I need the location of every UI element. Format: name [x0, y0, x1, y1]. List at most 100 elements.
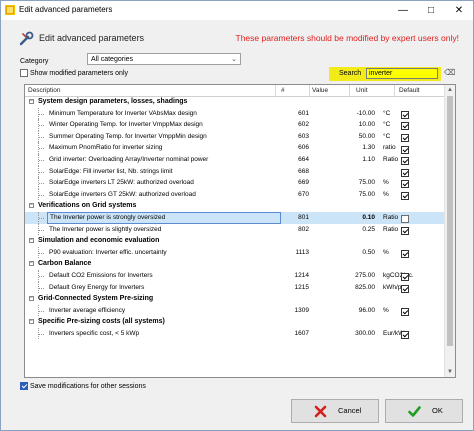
category-select[interactable]: All categories ⌄: [87, 53, 241, 65]
default-checkbox[interactable]: [401, 122, 409, 131]
group-label: Verifications on Grid systems: [38, 202, 137, 210]
col-unit[interactable]: Unit: [356, 87, 368, 94]
param-value[interactable]: 0.50: [317, 247, 375, 259]
checkmark-icon: [408, 406, 421, 417]
default-checkbox[interactable]: [401, 134, 409, 143]
default-cell: [401, 330, 409, 342]
table-row[interactable]: Minimum Temperature for Inverter VAbsMax…: [25, 107, 445, 120]
collapse-icon[interactable]: −: [29, 261, 34, 267]
search-input[interactable]: inverter: [366, 68, 438, 79]
param-number: 603: [298, 132, 309, 140]
param-value[interactable]: 0.10: [317, 212, 375, 224]
param-value[interactable]: 0.25: [317, 224, 375, 236]
scroll-thumb[interactable]: [447, 96, 453, 346]
default-checkbox[interactable]: [401, 307, 409, 316]
collapse-icon[interactable]: −: [29, 319, 34, 325]
table-row[interactable]: Default CO2 Emissions for Inverters 1214 2…: [25, 269, 445, 282]
col-value[interactable]: Value: [312, 87, 328, 94]
col-number[interactable]: #: [281, 87, 285, 94]
group-row[interactable]: − Carbon Balance: [25, 258, 445, 270]
param-value[interactable]: 96.00: [317, 305, 375, 317]
param-unit: %: [383, 190, 389, 198]
param-description: Winter Operating Temp. for Inverter Vmpp…: [49, 121, 203, 129]
table-row[interactable]: Maximum PnomRatio for inverter sizing 606…: [25, 142, 445, 154]
group-row[interactable]: − Specific Pre-sizing costs (all systems): [25, 316, 445, 328]
column-divider[interactable]: [394, 85, 395, 96]
param-value[interactable]: 50.00: [317, 131, 375, 143]
table-row[interactable]: SolarEdge inverters LT 25kW: authorized …: [25, 177, 445, 189]
table-row[interactable]: Inverters specific cost, < 5 kWp 1607 300.…: [25, 327, 445, 342]
default-checkbox[interactable]: [401, 331, 409, 340]
table-row[interactable]: SolarEdge inverters GT 25kW: authorized …: [25, 188, 445, 201]
param-unit: °C: [383, 132, 391, 140]
collapse-icon[interactable]: −: [29, 99, 34, 104]
collapse-icon[interactable]: −: [29, 296, 34, 302]
default-checkbox[interactable]: [401, 180, 409, 189]
param-value[interactable]: 300.00: [317, 328, 375, 340]
column-divider[interactable]: [309, 85, 310, 96]
ok-button[interactable]: OK: [385, 399, 463, 423]
default-checkbox[interactable]: [401, 250, 409, 258]
cancel-button[interactable]: Cancel: [291, 399, 379, 423]
search-label: Search: [339, 70, 362, 77]
table-row[interactable]: P90 evaluation: Inverter effic. uncertai…: [25, 246, 445, 259]
param-value[interactable]: 75.00: [317, 177, 375, 189]
scroll-down-icon[interactable]: ▼: [445, 367, 455, 377]
param-number: 602: [298, 121, 309, 129]
default-checkbox[interactable]: [401, 215, 409, 224]
table-row[interactable]: Default Grey Energy for Inverters 1215 825…: [25, 281, 445, 294]
table-row[interactable]: The Inverter power is strongly oversized…: [25, 211, 445, 224]
table-row[interactable]: Summer Operating Temp. for Inverter Vmpp…: [25, 130, 445, 143]
col-default[interactable]: Default: [399, 87, 420, 94]
vertical-scrollbar[interactable]: ▲ ▼: [444, 85, 455, 377]
maximize-icon[interactable]: □: [417, 1, 445, 20]
table-row[interactable]: Grid inverter: Overloading Array/Inverte…: [25, 153, 445, 166]
collapse-icon[interactable]: −: [29, 238, 34, 244]
default-checkbox[interactable]: [401, 157, 409, 166]
group-row[interactable]: − Verifications on Grid systems: [25, 200, 445, 212]
show-modified-toggle[interactable]: Show modified parameters only: [20, 69, 128, 79]
param-value[interactable]: 75.00: [317, 189, 375, 201]
collapse-icon[interactable]: −: [29, 203, 34, 209]
title-bar: Edit advanced parameters — □ ✕: [1, 1, 473, 20]
scroll-up-icon[interactable]: ▲: [445, 85, 455, 95]
group-row[interactable]: − Grid-Connected System Pre-sizing: [25, 293, 445, 305]
cancel-x-icon: [314, 405, 327, 418]
param-value[interactable]: -10.00: [317, 108, 375, 120]
default-checkbox[interactable]: [401, 284, 409, 293]
param-value[interactable]: 1.30: [317, 142, 375, 154]
group-row[interactable]: − System design parameters, losses, shadi…: [25, 96, 445, 108]
save-modifications-toggle[interactable]: Save modifications for other sessions: [20, 382, 146, 390]
table-row[interactable]: Inverter average efficiency 1309 96.00%: [25, 304, 445, 317]
column-divider[interactable]: [349, 85, 350, 96]
eraser-icon[interactable]: ⌫: [444, 68, 455, 79]
param-number: 802: [298, 225, 309, 233]
default-checkbox[interactable]: [401, 168, 409, 177]
table-row[interactable]: The Inverter power is slightly oversized…: [25, 223, 445, 236]
default-checkbox[interactable]: [401, 110, 409, 119]
tree-connector: [38, 165, 45, 178]
param-description: Summer Operating Temp. for Inverter Vmpp…: [49, 132, 207, 140]
default-checkbox[interactable]: [401, 273, 409, 282]
param-unit: °C: [383, 121, 391, 129]
show-modified-checkbox[interactable]: [20, 69, 28, 77]
tree-connector: [38, 188, 45, 201]
table-row[interactable]: SolarEdge: Fill inverter list, Nb. strin…: [25, 165, 445, 178]
param-value[interactable]: 10.00: [317, 119, 375, 131]
param-value[interactable]: 275.00: [317, 270, 375, 282]
default-checkbox[interactable]: [401, 145, 409, 154]
col-description[interactable]: Description: [28, 87, 61, 94]
group-row[interactable]: − Simulation and economic evaluation: [25, 235, 445, 247]
table-row[interactable]: Winter Operating Temp. for Inverter Vmpp…: [25, 119, 445, 131]
param-value[interactable]: 825.00: [317, 282, 375, 294]
param-value[interactable]: 1.10: [317, 154, 375, 166]
save-modifications-checkbox[interactable]: [20, 382, 28, 390]
group-label: Carbon Balance: [38, 260, 92, 268]
default-checkbox[interactable]: [401, 192, 409, 201]
default-checkbox[interactable]: [401, 226, 409, 235]
param-unit: Ratio: [383, 155, 399, 163]
close-icon[interactable]: ✕: [445, 1, 473, 20]
ok-label: OK: [432, 406, 443, 415]
minimize-icon[interactable]: —: [389, 1, 417, 20]
column-divider[interactable]: [275, 85, 276, 96]
